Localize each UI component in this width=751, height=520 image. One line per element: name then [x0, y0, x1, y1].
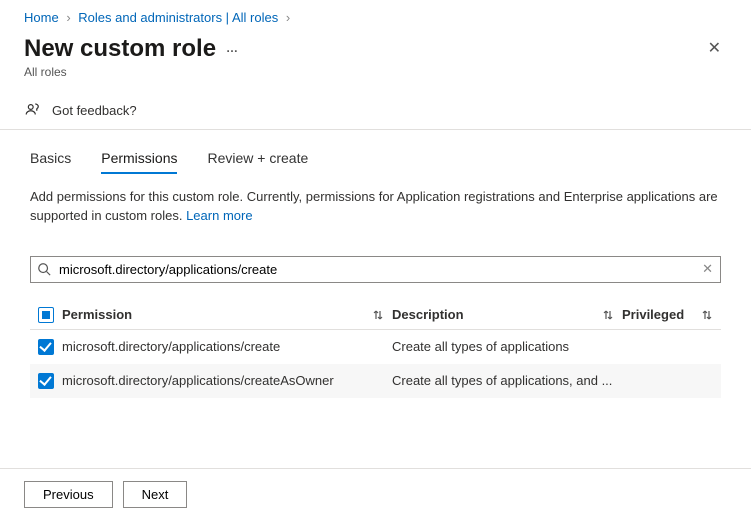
table-row[interactable]: microsoft.directory/applications/create … — [30, 330, 721, 364]
feedback-icon — [24, 101, 42, 119]
breadcrumb: Home › Roles and administrators | All ro… — [0, 0, 751, 31]
cell-permission: microsoft.directory/applications/create — [62, 339, 280, 354]
table-row[interactable]: microsoft.directory/applications/createA… — [30, 364, 721, 398]
tab-basics[interactable]: Basics — [30, 150, 71, 174]
sort-icon[interactable] — [602, 309, 622, 321]
subtitle: All roles — [0, 63, 751, 91]
sort-icon[interactable] — [372, 309, 392, 321]
chevron-right-icon: › — [66, 10, 70, 25]
more-icon[interactable]: … — [226, 41, 238, 55]
description-text: Add permissions for this custom role. Cu… — [30, 188, 721, 226]
column-description[interactable]: Description — [392, 307, 464, 322]
select-all-checkbox[interactable] — [38, 307, 54, 323]
next-button[interactable]: Next — [123, 481, 188, 508]
permissions-table: Permission Description Privileged micr — [30, 301, 721, 398]
row-checkbox[interactable] — [38, 373, 54, 389]
tab-permissions[interactable]: Permissions — [101, 150, 177, 174]
column-privileged[interactable]: Privileged — [622, 307, 684, 322]
feedback-label: Got feedback? — [52, 103, 137, 118]
clear-icon[interactable]: ✕ — [702, 261, 713, 277]
tab-review[interactable]: Review + create — [207, 150, 308, 174]
search-icon — [37, 262, 51, 279]
footer: Previous Next — [0, 468, 751, 520]
previous-button[interactable]: Previous — [24, 481, 113, 508]
search-input[interactable] — [30, 256, 721, 283]
close-icon[interactable]: ✕ — [702, 35, 727, 63]
breadcrumb-roles[interactable]: Roles and administrators | All roles — [78, 10, 278, 25]
chevron-right-icon: › — [286, 10, 290, 25]
table-header: Permission Description Privileged — [30, 301, 721, 330]
column-permission[interactable]: Permission — [62, 307, 132, 322]
cell-description: Create all types of applications, and ..… — [392, 373, 612, 388]
cell-permission: microsoft.directory/applications/createA… — [62, 373, 334, 388]
learn-more-link[interactable]: Learn more — [186, 208, 252, 223]
feedback-row[interactable]: Got feedback? — [0, 91, 751, 130]
title-row: New custom role … ✕ — [0, 31, 751, 63]
row-checkbox[interactable] — [38, 339, 54, 355]
page-title: New custom role — [24, 35, 216, 63]
sort-icon[interactable] — [701, 309, 721, 321]
breadcrumb-home[interactable]: Home — [24, 10, 59, 25]
tabs: Basics Permissions Review + create — [0, 130, 751, 174]
cell-description: Create all types of applications — [392, 339, 569, 354]
